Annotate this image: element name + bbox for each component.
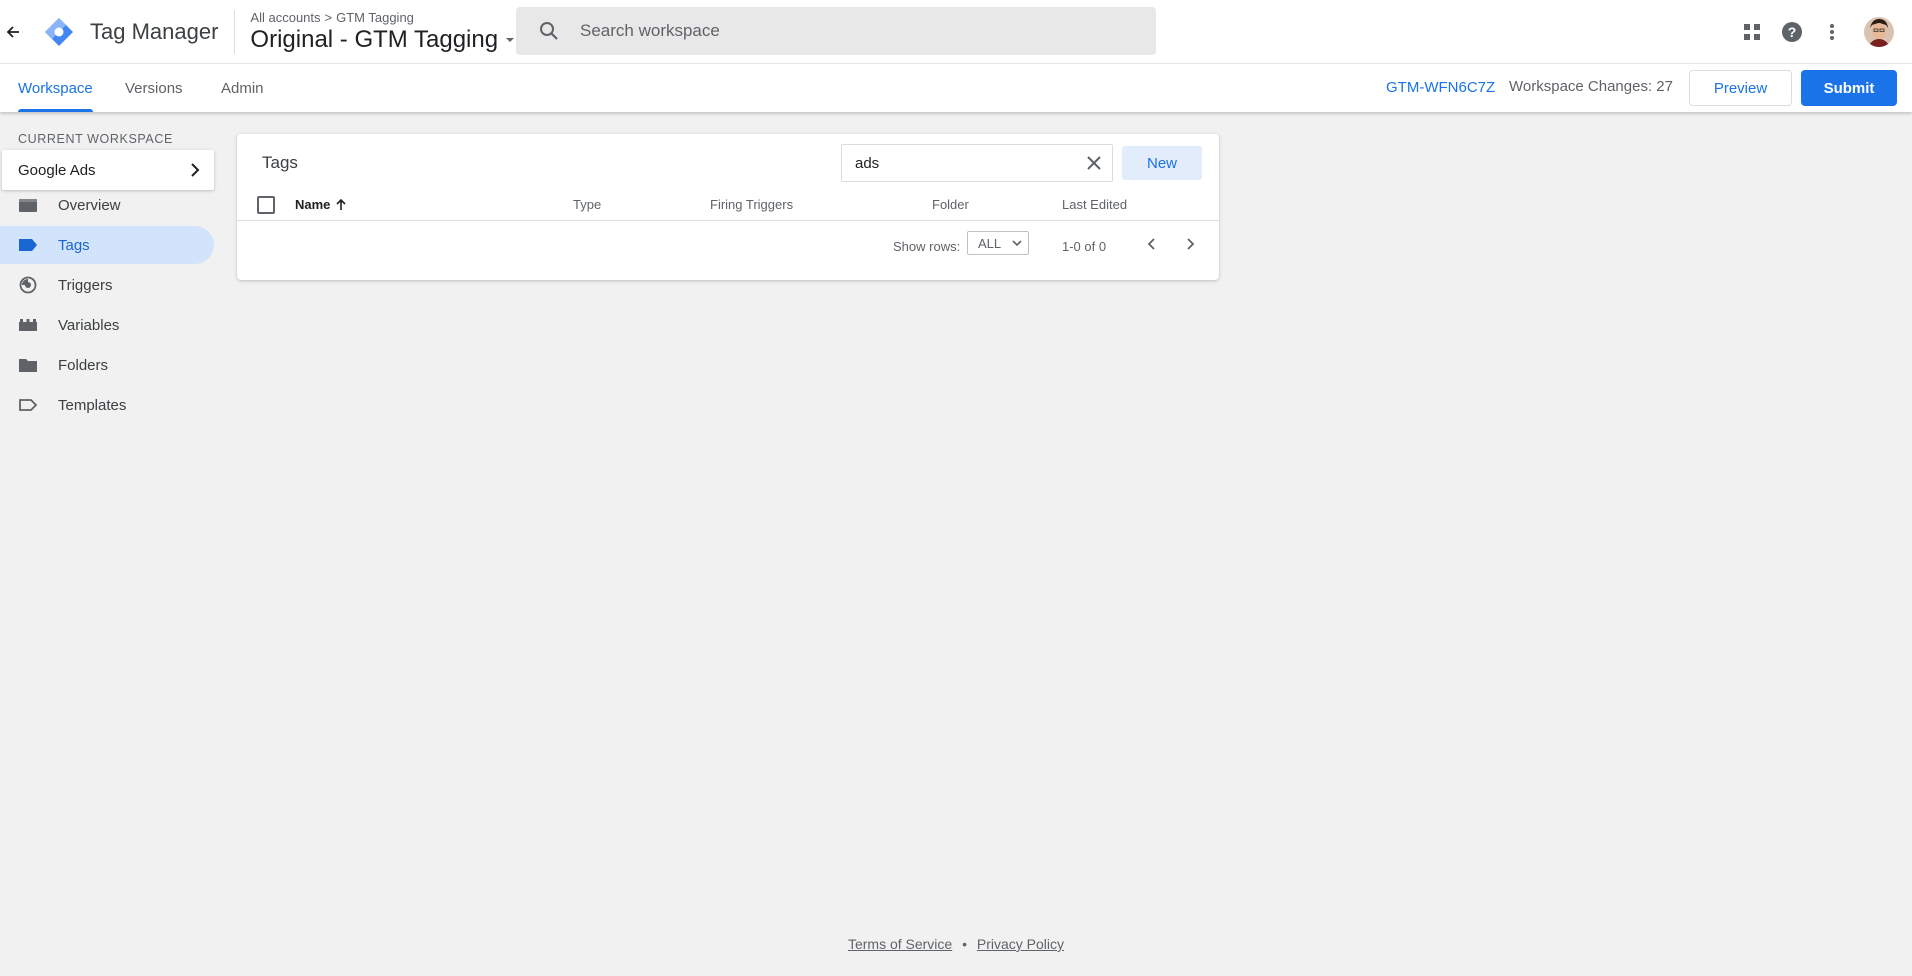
appbar-actions: ?: [1732, 0, 1912, 63]
breadcrumb-separator: >: [324, 9, 333, 25]
current-workspace-selector[interactable]: Google Ads: [2, 150, 214, 190]
sidebar-item-label: Overview: [58, 196, 121, 214]
trigger-icon: [18, 275, 38, 295]
container-name-text: Original - GTM Tagging: [250, 25, 499, 53]
search-icon: [540, 22, 558, 40]
tags-table-card: Tags New Name Type Firing Triggers Folde…: [237, 134, 1219, 280]
product-name: Tag Manager: [90, 18, 219, 44]
next-page-button[interactable]: [1179, 232, 1203, 256]
rows-per-page-value: ALL: [978, 235, 1002, 251]
chevron-down-icon: [1012, 240, 1022, 247]
current-workspace-name: Google Ads: [18, 161, 96, 179]
chevron-right-icon: [1187, 238, 1195, 250]
more-vert-icon[interactable]: [1812, 12, 1852, 52]
sidebar-item-variables[interactable]: Variables: [0, 306, 214, 344]
current-workspace-label: CURRENT WORKSPACE: [18, 132, 173, 146]
page-footer: Terms of Service • Privacy Policy: [0, 936, 1912, 952]
avatar[interactable]: [1864, 16, 1894, 47]
workspace-changes: Workspace Changes: 27: [1509, 78, 1673, 95]
column-firing-triggers[interactable]: Firing Triggers: [710, 197, 793, 212]
submit-button[interactable]: Submit: [1801, 70, 1897, 106]
breadcrumb: All accounts > GTM Tagging: [250, 10, 518, 25]
close-icon[interactable]: [1084, 153, 1104, 173]
svg-text:?: ?: [1788, 24, 1797, 40]
template-icon: [18, 395, 38, 415]
sidebar-item-label: Templates: [58, 396, 127, 414]
tab-versions[interactable]: Versions: [125, 64, 183, 112]
sidebar-item-triggers[interactable]: Triggers: [0, 266, 214, 304]
container-name[interactable]: Original - GTM Tagging: [250, 26, 518, 54]
variables-icon: [18, 315, 38, 335]
pagination-range: 1-0 of 0: [1062, 239, 1107, 254]
arrow-up-icon: [336, 198, 346, 210]
workspace-search[interactable]: [516, 7, 1156, 55]
tab-workspace[interactable]: Workspace: [18, 64, 93, 112]
rows-per-page-select[interactable]: ALL: [967, 231, 1029, 255]
overview-icon: [18, 195, 38, 215]
sidebar-item-label: Triggers: [58, 276, 113, 294]
back-arrow-icon[interactable]: [2, 17, 24, 47]
show-rows-label: Show rows:: [893, 239, 961, 254]
table-pagination: Show rows: ALL 1-0 of 0: [237, 222, 1219, 272]
header-divider: [234, 9, 236, 54]
card-title: Tags: [262, 153, 298, 172]
container-id-link[interactable]: GTM-WFN6C7Z: [1386, 79, 1495, 96]
footer-separator: •: [962, 936, 967, 952]
column-name[interactable]: Name: [295, 197, 346, 212]
column-last-edited[interactable]: Last Edited: [1062, 197, 1127, 212]
column-name-label: Name: [295, 197, 331, 212]
preview-button[interactable]: Preview: [1689, 70, 1792, 106]
search-input[interactable]: [580, 21, 1140, 41]
column-type[interactable]: Type: [573, 197, 601, 212]
container-selector[interactable]: All accounts > GTM Tagging Original - GT…: [250, 10, 518, 54]
column-folder[interactable]: Folder: [932, 197, 969, 212]
folder-icon: [18, 355, 38, 375]
chevron-left-icon: [1147, 238, 1155, 250]
privacy-policy-link[interactable]: Privacy Policy: [977, 936, 1064, 952]
help-icon[interactable]: ?: [1772, 12, 1812, 52]
apps-grid-icon[interactable]: [1732, 12, 1772, 52]
filter-input[interactable]: [855, 154, 1065, 172]
chevron-right-icon: [191, 163, 200, 177]
table-header: Name Type Firing Triggers Folder Last Ed…: [237, 189, 1219, 221]
breadcrumb-account[interactable]: GTM Tagging: [336, 10, 414, 25]
sidebar-item-label: Folders: [58, 356, 109, 374]
tab-admin[interactable]: Admin: [221, 64, 264, 112]
select-all-checkbox[interactable]: [257, 196, 275, 214]
sidebar-item-overview[interactable]: Overview: [0, 186, 214, 224]
previous-page-button[interactable]: [1139, 232, 1163, 256]
terms-of-service-link[interactable]: Terms of Service: [848, 936, 952, 952]
workspace-subbar: Workspace Versions Admin GTM-WFN6C7Z Wor…: [0, 63, 1912, 112]
sidebar-item-folders[interactable]: Folders: [0, 346, 214, 384]
tag-filter[interactable]: [841, 144, 1113, 182]
sidebar-item-tags[interactable]: Tags: [0, 226, 214, 264]
tag-manager-logo: [42, 15, 76, 49]
new-tag-button[interactable]: New: [1122, 146, 1202, 180]
sidebar-item-templates[interactable]: Templates: [0, 386, 214, 424]
tag-icon: [18, 235, 38, 255]
sidebar-item-label: Variables: [58, 316, 120, 334]
sidebar-item-label: Tags: [58, 236, 90, 254]
breadcrumb-all-accounts[interactable]: All accounts: [250, 10, 320, 25]
